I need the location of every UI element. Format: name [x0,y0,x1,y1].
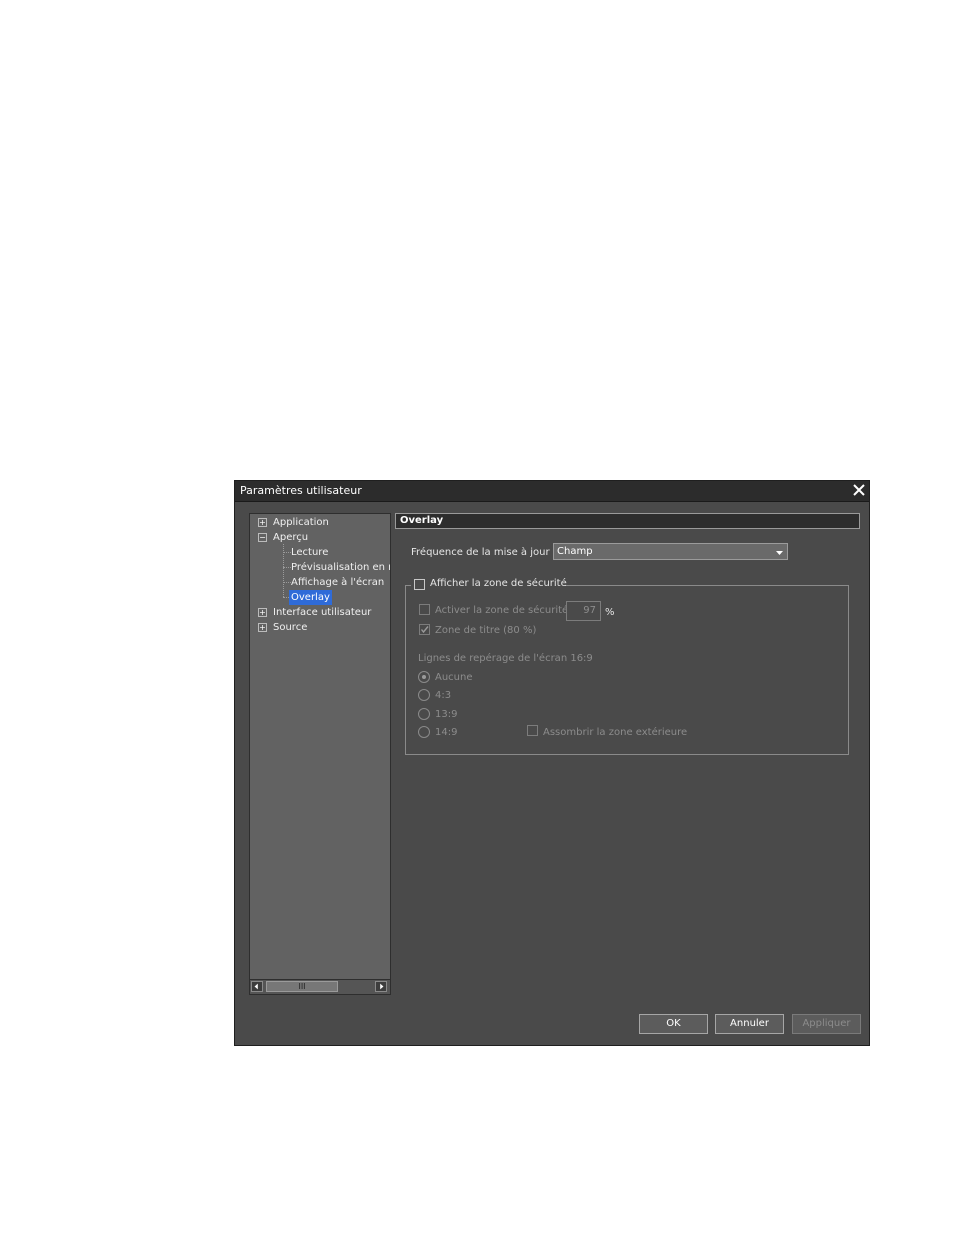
collapse-icon[interactable]: − [258,533,267,542]
guides-label: Lignes de repérage de l'écran 16:9 [418,653,593,664]
show-safe-zone-label: Afficher la zone de sécurité [430,578,567,589]
safe-zone-legend[interactable]: Afficher la zone de sécurité [411,578,567,592]
tree-item-label: Source [273,622,308,633]
update-frequency-label: Fréquence de la mise à jour [411,547,550,558]
enable-safe-zone-checkbox[interactable] [419,604,430,615]
dialog-title: Paramètres utilisateur [240,484,362,497]
title-zone-label: Zone de titre (80 %) [435,625,537,636]
guide-radio-4-3[interactable] [418,689,430,701]
guide-label-4-3: 4:3 [435,690,452,701]
ok-button[interactable]: OK [639,1014,708,1034]
cancel-button[interactable]: Annuler [715,1014,784,1034]
title-zone-checkbox[interactable] [419,624,430,635]
guide-label-13-9: 13:9 [435,709,458,720]
darken-outside-label: Assombrir la zone extérieure [543,727,688,738]
guide-radio-14-9[interactable] [418,726,430,738]
user-settings-dialog: Paramètres utilisateur + Application − A… [234,480,870,1046]
scroll-right-icon[interactable] [375,981,387,992]
enable-safe-zone-label: Activer la zone de sécurité [435,605,569,616]
close-icon[interactable] [851,482,867,498]
panel-title: Overlay [400,515,444,526]
tree-item-label: Application [273,517,329,528]
guide-label-14-9: 14:9 [435,727,458,738]
scroll-thumb[interactable]: III [266,981,338,992]
chevron-down-icon [776,551,783,555]
show-safe-zone-checkbox[interactable] [414,579,425,590]
guide-radio-aucune[interactable] [418,671,430,683]
percent-unit: % [605,607,615,618]
tree-item-label: Prévisualisation en mo [291,562,390,573]
darken-outside-checkbox[interactable] [527,725,538,736]
update-frequency-value: Champ [557,546,593,557]
update-frequency-select[interactable]: Champ [553,543,788,560]
tree-item-label: Overlay [289,590,332,605]
tree-horizontal-scrollbar[interactable]: III [250,979,390,994]
settings-tree: + Application − Aperçu Lecture Prévisual… [249,513,391,995]
safe-zone-percent-input[interactable]: 97 [566,601,601,621]
expand-icon[interactable]: + [258,608,267,617]
tree-item-label: Interface utilisateur [273,607,372,618]
apply-button[interactable]: Appliquer [792,1014,861,1034]
tree-item-label: Lecture [291,547,329,558]
panel-header: Overlay [395,513,860,529]
guide-label-aucune: Aucune [435,672,473,683]
guide-radio-13-9[interactable] [418,708,430,720]
scroll-left-icon[interactable] [251,981,263,992]
expand-icon[interactable]: + [258,518,267,527]
expand-icon[interactable]: + [258,623,267,632]
radio-selected-dot [422,675,426,679]
tree-item-label: Affichage à l'écran [291,577,385,588]
title-bar: Paramètres utilisateur [235,481,869,502]
checkmark-icon [420,626,429,634]
tree-item-label: Aperçu [273,532,309,543]
